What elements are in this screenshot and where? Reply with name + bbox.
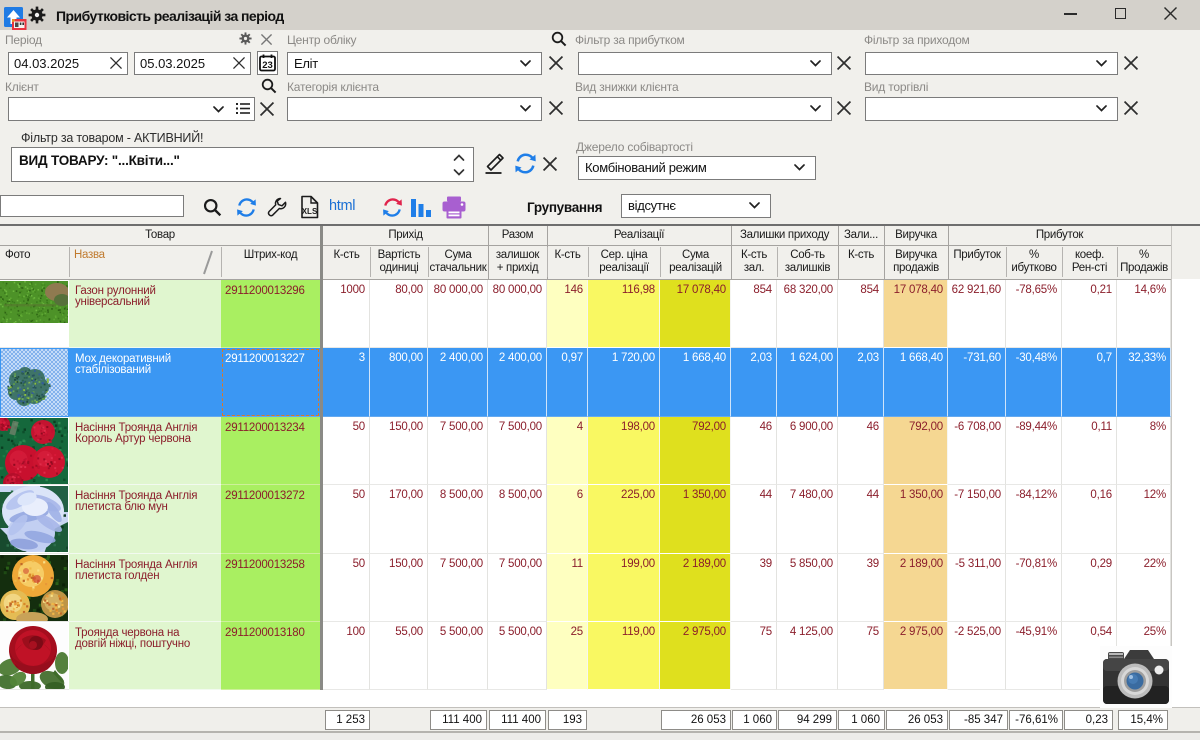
svg-text:23: 23 (262, 60, 273, 71)
svg-text:XLS: XLS (302, 207, 318, 216)
